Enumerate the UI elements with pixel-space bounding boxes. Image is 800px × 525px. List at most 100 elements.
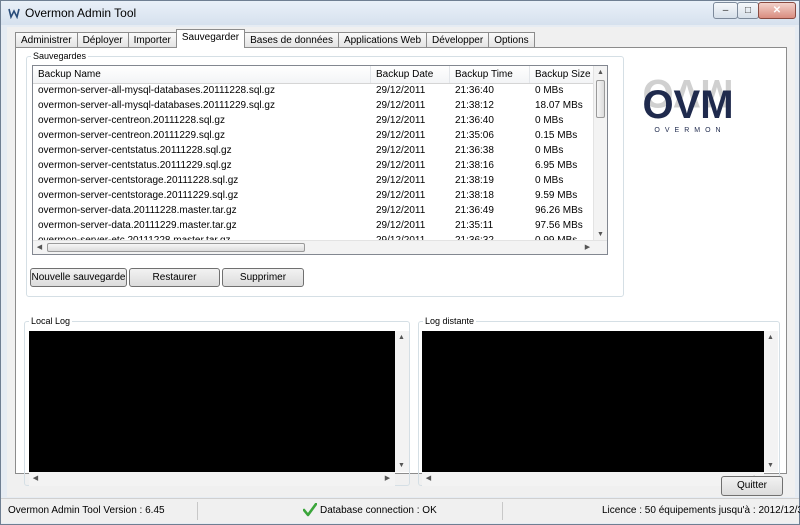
cell-size: 18.07 MBs	[535, 100, 583, 111]
local-log-horizontal-scrollbar[interactable]: ◀ ▶	[29, 472, 395, 486]
cell-size: 0 MBs	[535, 145, 564, 156]
scroll-left-icon[interactable]: ◀	[33, 241, 46, 254]
cell-date: 29/12/2011	[376, 130, 426, 141]
cell-size: 97.56 MBs	[535, 220, 583, 231]
new-backup-button[interactable]: Nouvelle sauvegarde	[30, 268, 127, 287]
local-log-console[interactable]	[29, 331, 395, 472]
scroll-up-icon[interactable]: ▲	[764, 331, 777, 344]
backup-list[interactable]: Backup Name Backup Date Backup Time Back…	[32, 65, 608, 255]
scroll-up-icon[interactable]: ▲	[594, 66, 607, 79]
scroll-thumb-vertical[interactable]	[596, 80, 605, 118]
cell-name: overmon-server-centstatus.20111229.sql.g…	[38, 160, 232, 171]
tab-bases-de-donnees[interactable]: Bases de données	[244, 32, 339, 48]
table-row[interactable]: overmon-server-centstorage.20111228.sql.…	[33, 174, 595, 189]
table-row[interactable]: overmon-server-centstorage.20111229.sql.…	[33, 189, 595, 204]
cell-size: 0 MBs	[535, 85, 564, 96]
list-header: Backup Name Backup Date Backup Time Back…	[33, 66, 595, 84]
cell-name: overmon-server-centstorage.20111228.sql.…	[38, 175, 239, 186]
cell-date: 29/12/2011	[376, 100, 426, 111]
column-header-time[interactable]: Backup Time	[450, 66, 530, 83]
cell-date: 29/12/2011	[376, 220, 426, 231]
table-row[interactable]: overmon-server-all-mysql-databases.20111…	[33, 99, 595, 114]
cell-name: overmon-server-centstorage.20111229.sql.…	[38, 190, 239, 201]
cell-time: 21:36:38	[455, 145, 494, 156]
tab-options[interactable]: Options	[488, 32, 535, 48]
scroll-down-icon[interactable]: ▼	[395, 459, 408, 472]
cell-date: 29/12/2011	[376, 190, 426, 201]
table-row[interactable]: overmon-server-data.20111229.master.tar.…	[33, 219, 595, 234]
tab-sauvegarder[interactable]: Sauvegarder	[175, 29, 246, 48]
close-button[interactable]: ✕	[758, 2, 796, 19]
cell-name: overmon-server-all-mysql-databases.20111…	[38, 85, 275, 96]
remote-log-label: Log distante	[425, 316, 475, 326]
scroll-left-icon[interactable]: ◀	[422, 472, 435, 485]
maximize-button[interactable]: □	[737, 2, 759, 19]
column-header-name[interactable]: Backup Name	[33, 66, 371, 83]
cell-size: 96.26 MBs	[535, 205, 583, 216]
column-header-date[interactable]: Backup Date	[371, 66, 450, 83]
maximize-icon: □	[744, 5, 752, 16]
cell-time: 21:36:49	[455, 205, 494, 216]
minimize-icon: –	[722, 5, 729, 16]
remote-log-horizontal-scrollbar[interactable]: ◀ ▶	[422, 472, 764, 486]
svg-text:OVM: OVM	[642, 83, 733, 127]
column-header-size[interactable]: Backup Size	[530, 66, 595, 83]
table-row[interactable]: overmon-server-centstatus.20111229.sql.g…	[33, 159, 595, 174]
minimize-button[interactable]: –	[713, 2, 738, 19]
cell-name: overmon-server-all-mysql-databases.20111…	[38, 100, 275, 111]
local-log-label: Local Log	[31, 316, 71, 326]
title-bar[interactable]: Overmon Admin Tool – □ ✕	[1, 1, 799, 25]
quit-button[interactable]: Quitter	[721, 476, 783, 496]
table-row[interactable]: overmon-server-centstatus.20111228.sql.g…	[33, 144, 595, 159]
cell-date: 29/12/2011	[376, 85, 426, 96]
window-title: Overmon Admin Tool	[25, 6, 137, 20]
backups-group-label: Sauvegardes	[33, 51, 87, 61]
cell-time: 21:36:40	[455, 115, 494, 126]
scroll-right-icon[interactable]: ▶	[381, 472, 394, 485]
cell-time: 21:35:06	[455, 130, 494, 141]
cell-date: 29/12/2011	[376, 115, 426, 126]
scroll-thumb-horizontal[interactable]	[47, 243, 305, 252]
cell-date: 29/12/2011	[376, 205, 426, 216]
scroll-right-icon[interactable]: ▶	[581, 241, 594, 254]
status-bar: Overmon Admin Tool Version : 6.45 Databa…	[1, 498, 800, 523]
list-vertical-scrollbar[interactable]: ▲ ▼	[593, 66, 607, 241]
tab-deployer[interactable]: Déployer	[76, 32, 129, 48]
tab-applications-web[interactable]: Applications Web	[337, 32, 428, 48]
table-row[interactable]: overmon-server-centreon.20111228.sql.gz 2…	[33, 114, 595, 129]
local-log-vertical-scrollbar[interactable]: ▲ ▼	[395, 331, 409, 472]
version-text: Overmon Admin Tool Version : 6.45	[8, 505, 165, 516]
tab-importer[interactable]: Importer	[127, 32, 177, 48]
restore-button[interactable]: Restaurer	[129, 268, 220, 287]
app-icon	[8, 8, 20, 19]
cell-name: overmon-server-data.20111228.master.tar.…	[38, 205, 237, 216]
scroll-left-icon[interactable]: ◀	[29, 472, 42, 485]
licence-text: Licence : 50 équipements jusqu'à : 2012/…	[602, 505, 800, 516]
tab-administrer[interactable]: Administrer	[15, 32, 78, 48]
cell-size: 6.95 MBs	[535, 160, 578, 171]
app-window: Overmon Admin Tool – □ ✕ Administrer Dép…	[0, 0, 800, 525]
cell-name: overmon-server-centreon.20111228.sql.gz	[38, 115, 225, 126]
overmon-logo: OVM OVM OVERMON	[642, 71, 733, 134]
check-icon	[303, 503, 317, 517]
scroll-up-icon[interactable]: ▲	[395, 331, 408, 344]
scroll-down-icon[interactable]: ▼	[764, 459, 777, 472]
cell-date: 29/12/2011	[376, 160, 426, 171]
table-row[interactable]: overmon-server-all-mysql-databases.20111…	[33, 84, 595, 99]
remote-log-vertical-scrollbar[interactable]: ▲ ▼	[764, 331, 778, 472]
table-row[interactable]: overmon-server-centreon.20111229.sql.gz 2…	[33, 129, 595, 144]
table-row[interactable]: overmon-server-data.20111228.master.tar.…	[33, 204, 595, 219]
cell-time: 21:38:12	[455, 100, 494, 111]
status-separator	[502, 502, 503, 520]
cell-time: 21:36:40	[455, 85, 494, 96]
close-icon: ✕	[772, 5, 782, 16]
cell-size: 0.15 MBs	[535, 130, 578, 141]
cell-time: 21:35:11	[455, 220, 494, 231]
tab-panel-sauvegarder: Sauvegardes Backup Name Backup Date Back…	[15, 47, 787, 486]
tab-developper[interactable]: Développer	[426, 32, 490, 48]
cell-name: overmon-server-centreon.20111229.sql.gz	[38, 130, 225, 141]
remote-log-console[interactable]	[422, 331, 764, 472]
delete-button[interactable]: Supprimer	[222, 268, 304, 287]
list-horizontal-scrollbar[interactable]: ◀ ▶	[33, 240, 607, 254]
db-status-text: Database connection : OK	[320, 505, 437, 516]
